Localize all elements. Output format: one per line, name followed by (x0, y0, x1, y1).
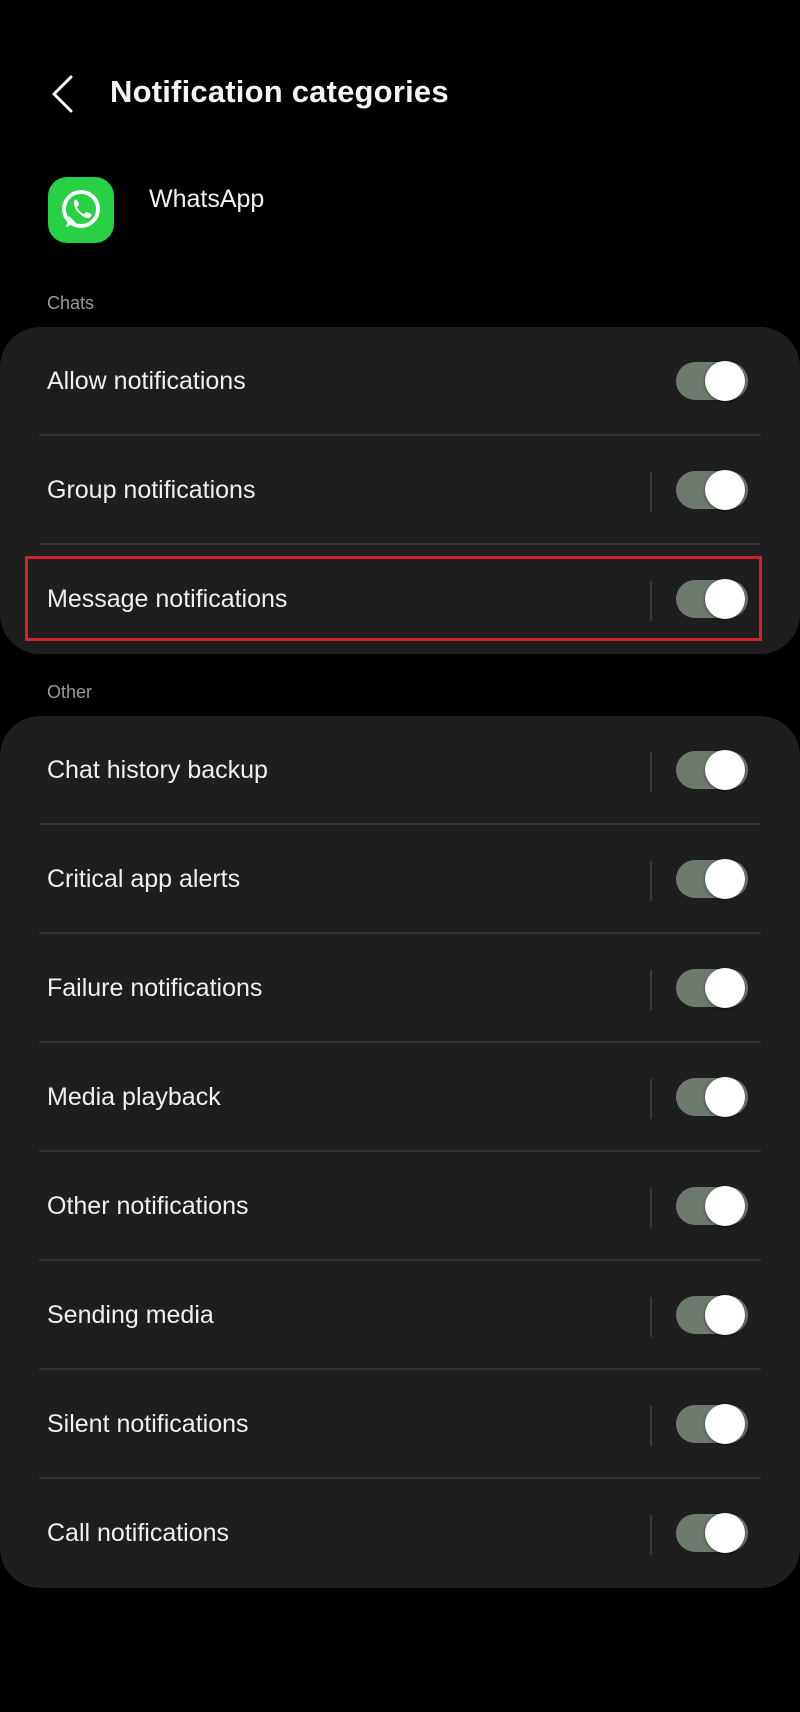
vertical-separator (650, 970, 652, 1010)
vertical-separator (650, 1297, 652, 1337)
vertical-separator (650, 752, 652, 792)
sending-media-toggle[interactable] (676, 1295, 748, 1335)
chevron-left-icon (52, 75, 73, 113)
toggle-knob (705, 470, 745, 510)
vertical-separator (650, 581, 652, 621)
toggle-knob (705, 859, 745, 899)
app-header: WhatsApp (48, 176, 748, 244)
app-name: WhatsApp (149, 184, 265, 213)
call-notifications-toggle[interactable] (676, 1513, 748, 1553)
page-title: Notification categories (110, 74, 449, 109)
setting-label: Chat history backup (47, 756, 268, 784)
setting-row-call-notifications[interactable]: Call notifications (0, 1479, 800, 1588)
setting-row-chat-history-backup[interactable]: Chat history backup (0, 716, 800, 825)
setting-row-group-notifications[interactable]: Group notifications (0, 436, 800, 545)
setting-label: Group notifications (47, 476, 256, 504)
section-label-other: Other (47, 682, 93, 702)
setting-label: Message notifications (47, 585, 288, 613)
vertical-separator (650, 1079, 652, 1119)
setting-row-allow-notifications[interactable]: Allow notifications (0, 327, 800, 436)
other-card: Chat history backup Critical app alerts … (0, 716, 800, 1588)
allow-notifications-toggle[interactable] (676, 361, 748, 401)
setting-row-message-notifications[interactable]: Message notifications (0, 545, 800, 654)
setting-row-silent-notifications[interactable]: Silent notifications (0, 1370, 800, 1479)
setting-label: Sending media (47, 1301, 214, 1329)
critical-app-alerts-toggle[interactable] (676, 859, 748, 899)
silent-notifications-toggle[interactable] (676, 1404, 748, 1444)
other-notifications-toggle[interactable] (676, 1186, 748, 1226)
chats-card: Allow notifications Group notifications … (0, 327, 800, 654)
setting-label: Silent notifications (47, 1410, 249, 1438)
group-notifications-toggle[interactable] (676, 470, 748, 510)
toggle-knob (705, 1186, 745, 1226)
setting-label: Media playback (47, 1083, 221, 1111)
top-bar: Notification categories (0, 0, 800, 190)
chat-history-backup-toggle[interactable] (676, 750, 748, 790)
media-playback-toggle[interactable] (676, 1077, 748, 1117)
setting-label: Call notifications (47, 1519, 230, 1547)
setting-row-other-notifications[interactable]: Other notifications (0, 1152, 800, 1261)
vertical-separator (650, 472, 652, 512)
toggle-knob (705, 968, 745, 1008)
toggle-knob (705, 361, 745, 401)
setting-row-sending-media[interactable]: Sending media (0, 1261, 800, 1370)
toggle-knob (705, 1404, 745, 1444)
setting-label: Other notifications (47, 1192, 249, 1220)
setting-label: Allow notifications (47, 367, 246, 395)
section-label-chats: Chats (47, 293, 95, 313)
setting-label: Critical app alerts (47, 865, 241, 893)
toggle-knob (705, 750, 745, 790)
toggle-knob (705, 1513, 745, 1553)
toggle-knob (705, 1295, 745, 1335)
setting-row-failure-notifications[interactable]: Failure notifications (0, 934, 800, 1043)
vertical-separator (650, 861, 652, 901)
vertical-separator (650, 1515, 652, 1555)
vertical-separator (650, 1406, 652, 1446)
message-notifications-toggle[interactable] (676, 579, 748, 619)
toggle-knob (705, 1077, 745, 1117)
setting-row-media-playback[interactable]: Media playback (0, 1043, 800, 1152)
whatsapp-logo-icon (48, 177, 114, 243)
setting-label: Failure notifications (47, 974, 263, 1002)
vertical-separator (650, 1188, 652, 1228)
failure-notifications-toggle[interactable] (676, 968, 748, 1008)
toggle-knob (705, 579, 745, 619)
back-button[interactable] (38, 66, 86, 122)
setting-row-critical-app-alerts[interactable]: Critical app alerts (0, 825, 800, 934)
